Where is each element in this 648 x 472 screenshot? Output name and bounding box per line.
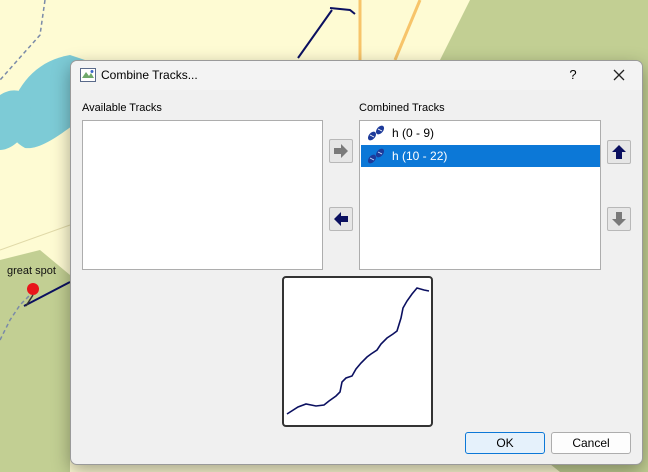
arrow-left-icon [334,212,348,226]
list-item[interactable]: h (0 - 9) [361,122,600,144]
arrow-down-icon [612,212,626,226]
remove-track-button[interactable] [329,207,353,231]
available-tracks-label: Available Tracks [82,102,162,114]
close-button[interactable] [607,64,631,86]
list-item[interactable]: h (10 - 22) [361,145,600,167]
ok-button[interactable]: OK [465,432,545,454]
list-item-label: h (0 - 9) [392,126,435,140]
add-track-button[interactable] [329,139,353,163]
track-preview [282,276,433,427]
combined-tracks-label: Combined Tracks [359,102,445,114]
footprints-icon [363,123,389,143]
list-item-label: h (10 - 22) [392,149,448,163]
map-marker-icon[interactable] [27,283,39,295]
close-icon [613,69,625,81]
arrow-up-icon [612,145,626,159]
footprints-icon [363,146,389,166]
cancel-button[interactable]: Cancel [551,432,631,454]
help-button[interactable]: ? [561,64,585,86]
arrow-right-icon [334,144,348,158]
map-marker-label: great spot [7,265,56,277]
combine-tracks-dialog: Combine Tracks... ? Available Tracks Com… [70,60,643,465]
app-icon [80,67,96,83]
available-tracks-list[interactable] [82,120,323,270]
combined-tracks-list[interactable]: h (0 - 9) h (10 - 22) [359,120,601,270]
move-down-button[interactable] [607,207,631,231]
track-preview-line [286,287,430,415]
dialog-titlebar[interactable]: Combine Tracks... ? [71,61,642,90]
move-up-button[interactable] [607,140,631,164]
dialog-title: Combine Tracks... [101,68,198,82]
